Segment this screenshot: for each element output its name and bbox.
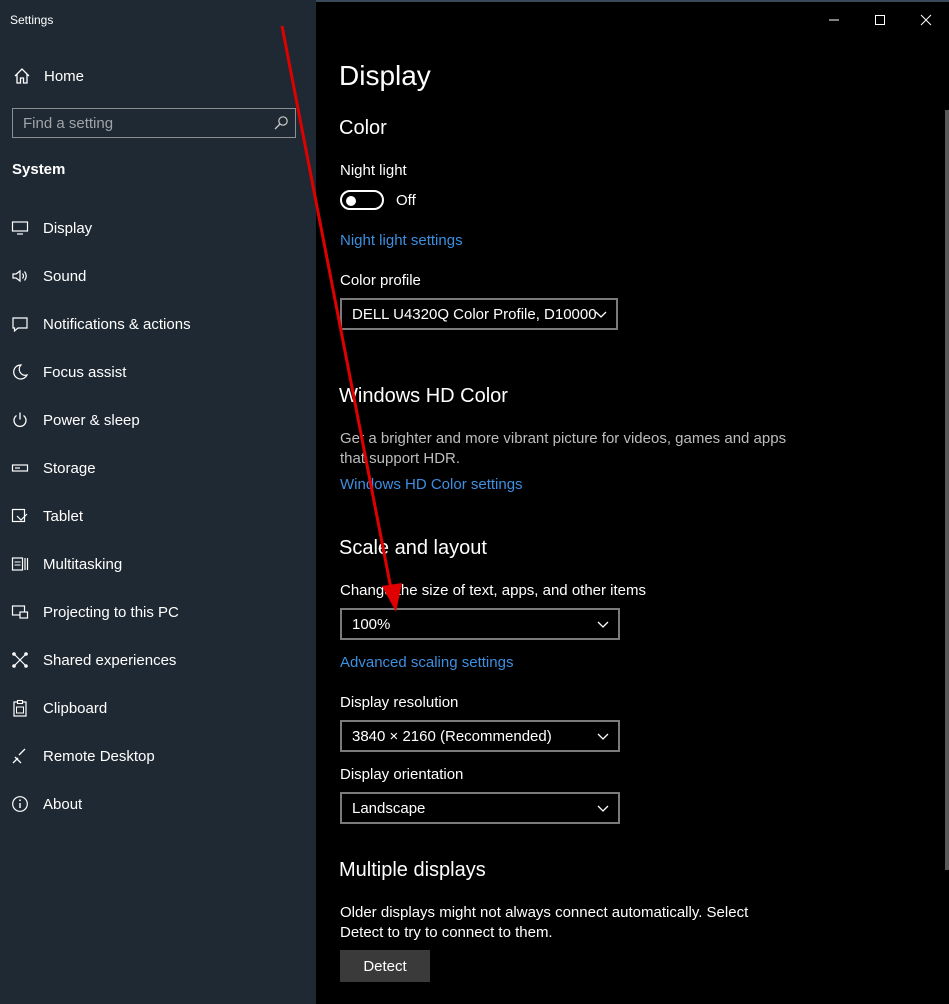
sidebar-item-sound[interactable]: Sound	[0, 252, 316, 300]
night-light-toggle[interactable]	[340, 190, 384, 210]
remote-icon	[12, 748, 26, 764]
multiple-displays-description: Older displays might not always connect …	[340, 904, 749, 941]
night-light-state: Off	[396, 192, 416, 209]
multitasking-icon	[11, 557, 29, 571]
resolution-value: 3840 × 2160 (Recommended)	[352, 727, 552, 745]
hd-color-heading: Windows HD Color	[339, 385, 508, 407]
app-title: Settings	[10, 13, 54, 27]
scale-layout-heading: Scale and layout	[339, 537, 487, 559]
advanced-scaling-link[interactable]: Advanced scaling settings	[340, 654, 513, 671]
multiple-displays-heading: Multiple displays	[339, 859, 486, 881]
search-box[interactable]	[12, 108, 296, 138]
scale-value: 100%	[352, 615, 391, 633]
sidebar-item-label: Display	[43, 219, 93, 237]
sidebar-item-focus-assist[interactable]: Focus assist	[0, 348, 316, 396]
sidebar-item-label: About	[43, 795, 83, 813]
chevron-down-icon	[597, 805, 609, 812]
sidebar-item-label: Shared experiences	[43, 651, 177, 669]
sidebar-item-about[interactable]: About	[0, 780, 316, 828]
sidebar: Settings Home System Display Sound	[0, 0, 316, 1004]
main-content: Display Color Night light Off Night ligh…	[316, 0, 949, 1004]
scale-dropdown[interactable]: 100%	[340, 608, 620, 640]
sidebar-item-projecting[interactable]: Projecting to this PC	[0, 588, 316, 636]
sidebar-item-clipboard[interactable]: Clipboard	[0, 684, 316, 732]
chevron-down-icon	[595, 311, 607, 318]
home-nav[interactable]: Home	[12, 66, 84, 86]
color-profile-value: DELL U4320Q Color Profile, D10000	[352, 305, 597, 323]
orientation-value: Landscape	[352, 799, 426, 817]
sidebar-item-label: Clipboard	[43, 699, 108, 717]
sidebar-item-label: Projecting to this PC	[43, 603, 179, 621]
sidebar-item-label: Multitasking	[43, 555, 123, 573]
night-light-settings-link[interactable]: Night light settings	[340, 232, 463, 249]
search-icon[interactable]	[273, 115, 289, 131]
speaker-icon	[12, 269, 27, 283]
sidebar-item-shared-experiences[interactable]: Shared experiences	[0, 636, 316, 684]
section-label-system: System	[12, 161, 66, 178]
search-input[interactable]	[13, 113, 265, 133]
shared-icon	[12, 652, 28, 668]
page-title: Display	[339, 60, 431, 91]
sidebar-item-label: Notifications & actions	[43, 315, 191, 333]
sidebar-item-multitasking[interactable]: Multitasking	[0, 540, 316, 588]
sidebar-nav: Display Sound Notifications & actions Fo…	[0, 204, 316, 828]
sidebar-item-label: Tablet	[43, 507, 84, 525]
detect-button[interactable]: Detect	[340, 950, 430, 982]
sidebar-item-power-sleep[interactable]: Power & sleep	[0, 396, 316, 444]
sidebar-item-label: Focus assist	[43, 363, 127, 381]
sidebar-item-storage[interactable]: Storage	[0, 444, 316, 492]
sidebar-item-label: Remote Desktop	[43, 747, 155, 765]
sidebar-item-notifications[interactable]: Notifications & actions	[0, 300, 316, 348]
scale-label: Change the size of text, apps, and other…	[340, 582, 647, 599]
tablet-icon	[11, 508, 28, 523]
night-light-label: Night light	[340, 162, 407, 179]
hd-color-description: Get a brighter and more vibrant picture …	[340, 430, 787, 467]
orientation-dropdown[interactable]: Landscape	[340, 792, 620, 824]
color-profile-dropdown[interactable]: DELL U4320Q Color Profile, D10000	[340, 298, 618, 330]
moon-icon	[13, 364, 29, 380]
sidebar-item-display[interactable]: Display	[0, 204, 316, 252]
sidebar-item-label: Storage	[43, 459, 96, 477]
color-profile-label: Color profile	[340, 272, 421, 289]
notification-icon	[12, 317, 28, 333]
storage-icon	[11, 464, 29, 472]
scrollbar[interactable]	[945, 110, 949, 870]
color-heading: Color	[339, 117, 387, 139]
monitor-icon	[11, 221, 29, 235]
resolution-dropdown[interactable]: 3840 × 2160 (Recommended)	[340, 720, 620, 752]
home-icon	[14, 68, 30, 84]
sidebar-item-tablet[interactable]: Tablet	[0, 492, 316, 540]
sidebar-item-label: Power & sleep	[43, 411, 140, 429]
chevron-down-icon	[597, 621, 609, 628]
power-icon	[13, 412, 27, 427]
home-label: Home	[44, 67, 85, 85]
info-icon	[12, 796, 28, 812]
chevron-down-icon	[597, 733, 609, 740]
sidebar-item-remote-desktop[interactable]: Remote Desktop	[0, 732, 316, 780]
toggle-knob	[346, 196, 356, 206]
orientation-label: Display orientation	[340, 766, 464, 783]
projector-icon	[11, 605, 29, 619]
hd-color-settings-link[interactable]: Windows HD Color settings	[340, 476, 523, 493]
settings-window: Settings Home System Display Sound	[0, 0, 949, 1004]
resolution-label: Display resolution	[340, 694, 459, 711]
clipboard-icon	[13, 699, 27, 717]
sidebar-item-label: Sound	[43, 267, 87, 285]
